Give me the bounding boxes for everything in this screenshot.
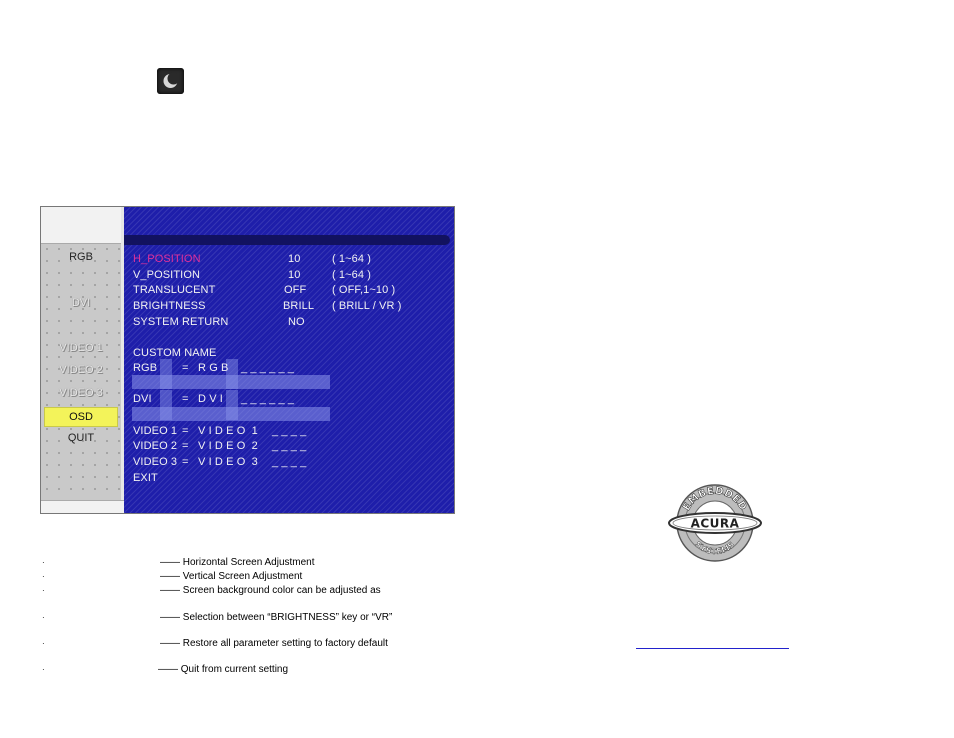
osd-title-bar [124, 235, 450, 245]
custom-name-blanks-video-2[interactable]: _ _ _ _ [272, 440, 306, 452]
custom-name-source-video-3: VIDEO 3 [133, 456, 178, 468]
setting-name-system-return[interactable]: SYSTEM RETURN [133, 316, 228, 328]
osd-sidebar-header [41, 207, 124, 244]
setting-range-brightness: ( BRILL / VR ) [332, 300, 402, 312]
osd-sidebar-item-video-1[interactable]: VIDEO 1 [41, 342, 121, 354]
svg-text:ACURA: ACURA [691, 517, 740, 531]
custom-name-sep-dvi: = [182, 393, 189, 405]
setting-value-system-return: NO [288, 316, 305, 328]
custom-name-source-rgb: RGB [133, 362, 158, 374]
custom-name-header: CUSTOM NAME [133, 347, 217, 359]
custom-name-value-video-2[interactable]: V I D E O 2 [198, 440, 258, 452]
osd-sidebar-item-video-2[interactable]: VIDEO 2 [41, 364, 121, 376]
contact-link[interactable] [636, 648, 789, 649]
setting-range-v-position: ( 1~64 ) [332, 269, 372, 281]
setting-value-h-position: 10 [288, 253, 301, 265]
note-bullet: · [42, 639, 45, 648]
custom-name-value-rgb[interactable]: R G B [198, 362, 228, 374]
custom-name-sep-rgb: = [182, 362, 189, 374]
note-brightness: —— Selection between “BRIGHTNESS” key or… [160, 612, 393, 623]
osd-sidebar: RGB DVI VIDEO 1 VIDEO 2 VIDEO 3 OSD QUIT [41, 207, 124, 513]
note-h-position: —— Horizontal Screen Adjustment [160, 557, 315, 568]
note-translucent: —— Screen background color can be adjust… [160, 585, 381, 596]
setting-value-v-position: 10 [288, 269, 301, 281]
note-v-position: —— Vertical Screen Adjustment [160, 571, 303, 582]
osd-sidebar-item-quit[interactable]: QUIT [41, 432, 121, 444]
custom-name-blanks-video-1[interactable]: _ _ _ _ [272, 425, 306, 437]
osd-menu-screenshot: RGB DVI VIDEO 1 VIDEO 2 VIDEO 3 OSD QUIT… [40, 206, 455, 514]
custom-name-blanks-rgb[interactable]: _ _ _ _ _ _ [241, 362, 294, 374]
custom-name-source-video-2: VIDEO 2 [133, 440, 178, 452]
osd-main-panel: H_POSITION 10 ( 1~64 ) V_POSITION 10 ( 1… [124, 207, 454, 513]
note-system-return: —— Restore all parameter setting to fact… [160, 638, 388, 649]
note-bullet: · [42, 558, 45, 567]
setting-name-brightness[interactable]: BRIGHTNESS [133, 300, 206, 312]
custom-name-blanks-video-3[interactable]: _ _ _ _ [272, 456, 306, 468]
setting-name-translucent[interactable]: TRANSLUCENT [133, 284, 215, 296]
setting-value-brightness: BRILL [283, 300, 315, 312]
osd-sidebar-item-dvi[interactable]: DVI [41, 297, 121, 309]
setting-range-h-position: ( 1~64 ) [332, 253, 372, 265]
custom-name-source-dvi: DVI [133, 393, 152, 405]
osd-sidebar-item-rgb[interactable]: RGB [41, 251, 121, 263]
setting-name-h-position[interactable]: H_POSITION [133, 253, 201, 265]
custom-name-value-video-3[interactable]: V I D E O 3 [198, 456, 258, 468]
setting-value-translucent: OFF [284, 284, 307, 296]
custom-name-sep-video-2: = [182, 440, 189, 452]
osd-sidebar-footer [41, 500, 124, 513]
custom-name-value-dvi[interactable]: D V I [198, 393, 223, 405]
setting-name-v-position[interactable]: V_POSITION [133, 269, 200, 281]
custom-name-blanks-dvi[interactable]: _ _ _ _ _ _ [241, 393, 294, 405]
note-bullet: · [42, 613, 45, 622]
custom-name-source-video-1: VIDEO 1 [133, 425, 178, 437]
custom-name-sep-video-1: = [182, 425, 189, 437]
osd-sidebar-item-video-3[interactable]: VIDEO 3 [41, 387, 121, 399]
note-bullet: · [42, 586, 45, 595]
note-bullet: · [42, 572, 45, 581]
note-exit: —— Quit from current setting [158, 664, 289, 675]
custom-name-value-video-1[interactable]: V I D E O 1 [198, 425, 258, 437]
custom-name-sep-video-3: = [182, 456, 189, 468]
acura-logo: EMBEDDED SYSTEMS ACURA [668, 482, 762, 564]
osd-sidebar-item-osd[interactable]: OSD [44, 407, 118, 427]
exit-item[interactable]: EXIT [133, 472, 158, 484]
setting-range-translucent: ( OFF,1~10 ) [332, 284, 396, 296]
note-bullet: · [42, 665, 45, 674]
moon-icon [157, 68, 184, 94]
